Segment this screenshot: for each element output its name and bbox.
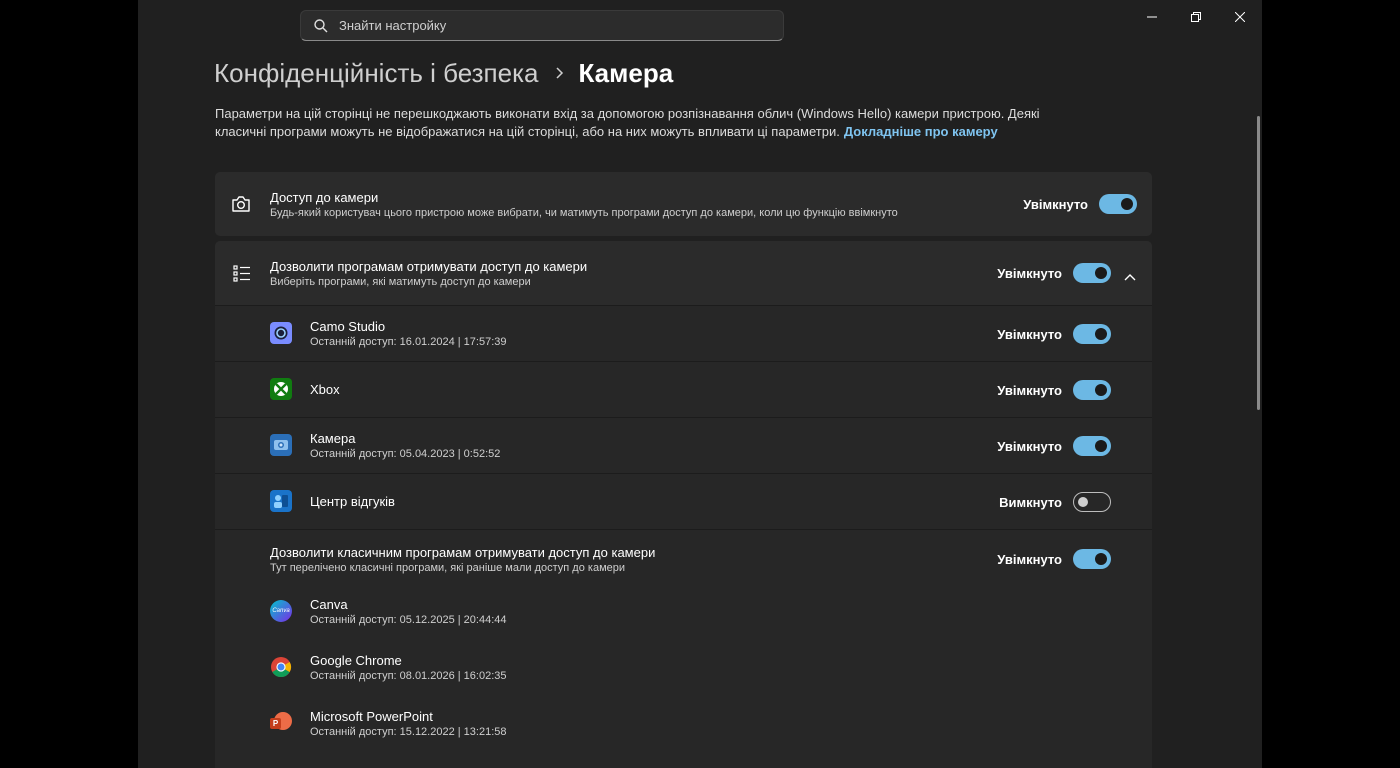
- desktop-apps-state: Увімкнуто: [997, 552, 1062, 567]
- apps-access-subtitle: Виберіть програми, які матимуть доступ д…: [270, 276, 531, 288]
- minimize-icon: [1147, 16, 1157, 18]
- app-name: Microsoft PowerPoint: [310, 709, 433, 724]
- desktop-apps-access-row: Дозволити класичним програмам отримувати…: [215, 530, 1152, 586]
- app-state: Увімкнуто: [997, 439, 1062, 454]
- canva-icon: Canva: [270, 600, 292, 622]
- camera-access-card: Доступ до камери Будь-який користувач ць…: [215, 172, 1152, 236]
- camera-access-subtitle: Будь-який користувач цього пристрою може…: [270, 207, 898, 219]
- page-title: Камера: [578, 57, 674, 88]
- desktop-apps-title: Дозволити класичним програмам отримувати…: [270, 545, 656, 560]
- app-row-feedback-hub: Центр відгуків Вимкнуто: [215, 474, 1152, 529]
- page-description: Параметри на цій сторінці не перешкоджаю…: [215, 105, 1075, 141]
- app-name: Xbox: [310, 382, 340, 397]
- app-state: Увімкнуто: [997, 383, 1062, 398]
- camera-access-state: Увімкнуто: [1023, 197, 1088, 212]
- desktop-app-row-chrome: Google Chrome Останній доступ: 08.01.202…: [215, 642, 1152, 698]
- chevron-up-icon[interactable]: [1124, 268, 1136, 286]
- app-name: Camo Studio: [310, 319, 386, 334]
- app-row-xbox: Xbox Увімкнуто: [215, 362, 1152, 417]
- feedback-hub-toggle[interactable]: [1073, 492, 1111, 512]
- apps-access-toggle[interactable]: [1073, 263, 1111, 283]
- xbox-toggle[interactable]: [1073, 380, 1111, 400]
- desktop-apps-subtitle: Тут перелічено класичні програми, які ра…: [270, 562, 626, 574]
- minimize-button[interactable]: [1130, 0, 1174, 34]
- camera-access-title: Доступ до камери: [270, 190, 379, 205]
- list-icon: [233, 264, 251, 287]
- app-last-access: Останній доступ: 05.12.2025 | 20:44:44: [310, 614, 507, 626]
- close-icon: [1235, 12, 1245, 22]
- desktop-app-row-powerpoint: P Microsoft PowerPoint Останній доступ: …: [215, 698, 1152, 754]
- feedback-hub-icon: [270, 490, 292, 512]
- camo-studio-icon: [270, 322, 292, 344]
- close-button[interactable]: [1218, 0, 1262, 34]
- app-state: Увімкнуто: [997, 327, 1062, 342]
- app-row-camera: Камера Останній доступ: 05.04.2023 | 0:5…: [215, 418, 1152, 473]
- window-caption-buttons: [1130, 0, 1262, 34]
- app-last-access: Останній доступ: 05.04.2023 | 0:52:52: [310, 448, 501, 460]
- settings-window: Знайти настройку Конфіденційність і безп…: [138, 0, 1262, 768]
- app-last-access: Останній доступ: 15.12.2022 | 13:21:58: [310, 726, 507, 738]
- desktop-app-row-canva: Canva Canva Останній доступ: 05.12.2025 …: [215, 586, 1152, 642]
- app-name: Canva: [310, 597, 348, 612]
- camera-icon: [231, 194, 251, 214]
- camera-app-toggle[interactable]: [1073, 436, 1111, 456]
- powerpoint-icon: P: [270, 712, 292, 734]
- search-placeholder: Знайти настройку: [339, 18, 447, 33]
- powerpoint-icon-text: P: [270, 718, 281, 729]
- breadcrumb-parent[interactable]: Конфіденційність і безпека: [214, 58, 538, 89]
- app-name: Google Chrome: [310, 653, 402, 668]
- app-last-access: Останній доступ: 08.01.2026 | 16:02:35: [310, 670, 507, 682]
- restore-button[interactable]: [1174, 0, 1218, 34]
- scrollbar-thumb[interactable]: [1257, 116, 1260, 410]
- camera-app-icon: [270, 434, 292, 456]
- app-row-camo-studio: Camo Studio Останній доступ: 16.01.2024 …: [215, 306, 1152, 361]
- apps-access-header[interactable]: Дозволити програмам отримувати доступ до…: [215, 241, 1152, 305]
- desktop-apps-toggle[interactable]: [1073, 549, 1111, 569]
- app-name: Камера: [310, 431, 356, 446]
- chrome-icon: [270, 656, 292, 678]
- canva-icon-text: Canva: [272, 608, 290, 614]
- breadcrumb: Конфіденційність і безпека Камера: [214, 56, 673, 90]
- xbox-icon: [270, 378, 292, 400]
- apps-access-title: Дозволити програмам отримувати доступ до…: [270, 259, 588, 274]
- camo-studio-toggle[interactable]: [1073, 324, 1111, 344]
- app-last-access: Останній доступ: 16.01.2024 | 17:57:39: [310, 336, 507, 348]
- search-box[interactable]: Знайти настройку: [300, 10, 784, 41]
- apps-access-card: Дозволити програмам отримувати доступ до…: [215, 241, 1152, 768]
- search-icon: [314, 18, 328, 32]
- camera-access-toggle[interactable]: [1099, 194, 1137, 214]
- apps-access-state: Увімкнуто: [997, 266, 1062, 281]
- app-name: Центр відгуків: [310, 494, 395, 509]
- app-state: Вимкнуто: [999, 495, 1062, 510]
- restore-icon: [1191, 12, 1201, 22]
- chevron-right-icon: [556, 67, 564, 79]
- learn-more-link[interactable]: Докладніше про камеру: [844, 124, 998, 139]
